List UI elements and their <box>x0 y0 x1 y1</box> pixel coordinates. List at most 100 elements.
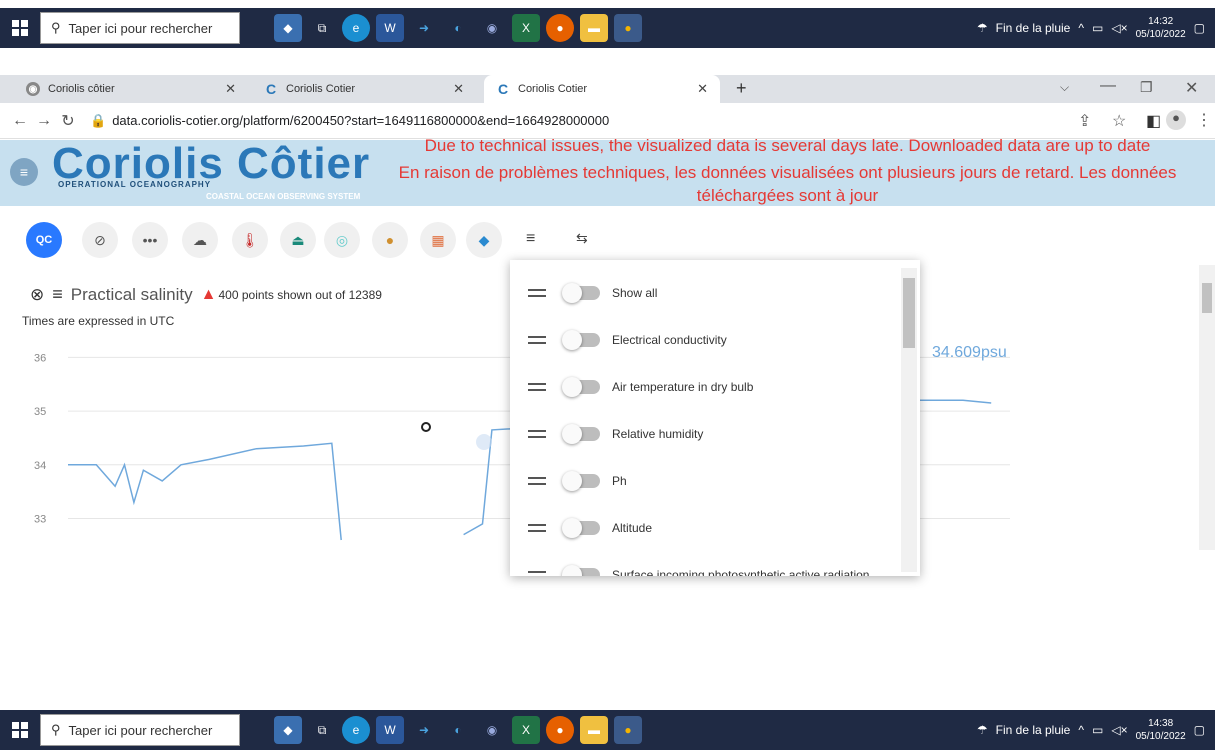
close-icon[interactable]: ✕ <box>225 81 236 97</box>
taskbar-search[interactable]: ⚲ Taper ici pour rechercher <box>40 714 240 746</box>
network-icon[interactable]: ▭ <box>1092 21 1103 35</box>
window-close-icon[interactable]: ✕ <box>1185 78 1198 98</box>
close-icon[interactable]: ✕ <box>697 81 708 97</box>
menu-item[interactable]: Altitude <box>510 504 900 551</box>
browser-tab-active[interactable]: C Coriolis Cotier ✕ <box>484 75 720 103</box>
qc-button[interactable]: QC <box>26 222 62 258</box>
taskbar-search[interactable]: ⚲ Taper ici pour rechercher <box>40 12 240 44</box>
windows-start-button[interactable] <box>0 8 40 48</box>
dots-icon[interactable]: ••• <box>132 222 168 258</box>
task-view-icon[interactable]: ⧉ <box>308 14 336 42</box>
page-scrollbar[interactable] <box>1199 265 1215 550</box>
fluo-icon[interactable]: ● <box>372 222 408 258</box>
water-level-icon[interactable]: ⏏ <box>280 222 316 258</box>
menu-icon[interactable]: ≡ <box>52 284 63 305</box>
download-cloud-icon[interactable]: ☁ <box>182 222 218 258</box>
grid-icon[interactable]: ▦ <box>420 222 456 258</box>
folder-icon[interactable]: ▬ <box>580 716 608 744</box>
menu-item[interactable]: Electrical conductivity <box>510 316 900 363</box>
word-icon[interactable]: W <box>376 14 404 42</box>
star-icon[interactable]: ☆ <box>1112 111 1126 131</box>
edge-icon[interactable]: e <box>342 14 370 42</box>
firefox-icon[interactable]: ● <box>546 716 574 744</box>
close-icon[interactable]: ✕ <box>453 81 464 97</box>
profile-icon[interactable]: ● <box>1166 110 1186 130</box>
sort-icon[interactable]: ≡ <box>526 230 535 248</box>
drag-handle-icon[interactable] <box>528 429 546 438</box>
site-banner: ≡ Coriolis Côtier OPERATIONAL OCEANOGRAP… <box>0 136 1215 206</box>
windows-start-button[interactable] <box>0 710 40 750</box>
excel-icon[interactable]: X <box>512 716 540 744</box>
menu-item[interactable]: Ph <box>510 457 900 504</box>
menu-scroll-thumb[interactable] <box>903 278 915 348</box>
toggle-switch[interactable] <box>562 470 600 491</box>
volume-icon[interactable]: ◁× <box>1111 21 1127 35</box>
app-icon-2[interactable]: ◐ <box>444 14 472 42</box>
hide-icon[interactable]: ⊘ <box>82 222 118 258</box>
toggle-switch[interactable] <box>562 282 600 303</box>
menu-item[interactable]: Show all <box>510 269 900 316</box>
filter-menu-button[interactable]: ≡ <box>10 158 38 186</box>
chrome-icon[interactable]: ● <box>614 716 642 744</box>
folder-icon[interactable]: ▬ <box>580 14 608 42</box>
weather-text[interactable]: Fin de la pluie <box>996 21 1071 35</box>
volume-icon[interactable]: ◁× <box>1111 723 1127 737</box>
notification-icon[interactable]: ▢ <box>1194 723 1205 737</box>
wave-icon[interactable]: ◆ <box>466 222 502 258</box>
compare-icon[interactable]: ⇆ <box>576 230 588 247</box>
toggle-switch[interactable] <box>562 376 600 397</box>
firefox-icon[interactable]: ● <box>546 14 574 42</box>
drag-handle-icon[interactable] <box>528 288 546 297</box>
clock[interactable]: 14:38 05/10/2022 <box>1136 717 1186 743</box>
close-circle-icon[interactable]: ⊗ <box>30 285 44 305</box>
toggle-switch[interactable] <box>562 423 600 444</box>
taskbar-app-icon[interactable]: ◆ <box>274 14 302 42</box>
drag-handle-icon[interactable] <box>528 335 546 344</box>
globe-icon[interactable]: ◉ <box>478 14 506 42</box>
menu-scrollbar[interactable] <box>901 268 917 572</box>
clock[interactable]: 14:32 05/10/2022 <box>1136 15 1186 41</box>
weather-icon: ☂ <box>976 21 988 35</box>
menu-item[interactable]: Air temperature in dry bulb <box>510 363 900 410</box>
excel-icon[interactable]: X <box>512 14 540 42</box>
browser-tab[interactable]: C Coriolis Cotier ✕ <box>252 75 476 103</box>
taskbar-app-icon[interactable]: ◆ <box>274 716 302 744</box>
drag-handle-icon[interactable] <box>528 476 546 485</box>
minimize-icon[interactable]: — <box>1100 77 1116 95</box>
new-tab-button[interactable]: + <box>736 78 747 99</box>
network-icon[interactable]: ▭ <box>1092 723 1103 737</box>
task-view-icon[interactable]: ⧉ <box>308 716 336 744</box>
app-icon[interactable]: ➜ <box>410 716 438 744</box>
toggle-switch[interactable] <box>562 564 600 576</box>
globe-icon[interactable]: ◉ <box>478 716 506 744</box>
reload-icon[interactable]: ↻ <box>56 111 80 131</box>
thermometer-icon[interactable]: 🌡 <box>232 222 268 258</box>
back-icon[interactable]: ← <box>8 112 32 130</box>
chevron-up-icon[interactable]: ^ <box>1078 723 1084 737</box>
menu-item[interactable]: Surface incoming photosynthetic active r… <box>510 551 900 576</box>
chrome-icon[interactable]: ● <box>614 14 642 42</box>
forward-icon[interactable]: → <box>32 112 56 130</box>
page-scroll-thumb[interactable] <box>1202 283 1212 313</box>
url-field[interactable]: 🔒 data.coriolis-cotier.org/platform/6200… <box>90 113 609 129</box>
restore-icon[interactable]: ❐ <box>1140 79 1153 96</box>
oxygen-icon[interactable]: ◎ <box>324 222 360 258</box>
sidebar-icon[interactable]: ◧ <box>1146 111 1161 131</box>
notification-icon[interactable]: ▢ <box>1194 21 1205 35</box>
drag-handle-icon[interactable] <box>528 570 546 577</box>
share-icon[interactable]: ⇪ <box>1078 111 1091 131</box>
toggle-switch[interactable] <box>562 329 600 350</box>
chevron-down-icon[interactable]: ⌵ <box>1060 80 1069 95</box>
chevron-up-icon[interactable]: ^ <box>1078 21 1084 35</box>
app-icon[interactable]: ➜ <box>410 14 438 42</box>
menu-item[interactable]: Relative humidity <box>510 410 900 457</box>
word-icon[interactable]: W <box>376 716 404 744</box>
more-icon[interactable]: ⋮ <box>1196 110 1212 130</box>
drag-handle-icon[interactable] <box>528 523 546 532</box>
toggle-switch[interactable] <box>562 517 600 538</box>
weather-text[interactable]: Fin de la pluie <box>996 723 1071 737</box>
app-icon-2[interactable]: ◐ <box>444 716 472 744</box>
drag-handle-icon[interactable] <box>528 382 546 391</box>
browser-tab[interactable]: ◉ Coriolis côtier ✕ <box>14 75 248 103</box>
edge-icon[interactable]: e <box>342 716 370 744</box>
